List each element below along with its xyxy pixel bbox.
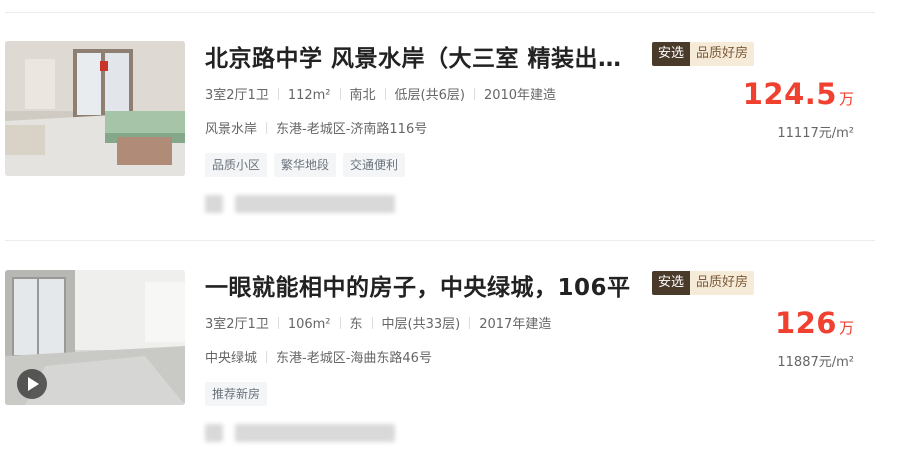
price-unit: 万 <box>838 90 854 108</box>
badge-anxuan: 安选 <box>652 271 691 295</box>
spec-orientation: 南北 <box>349 88 376 103</box>
badge-anxuan: 安选 <box>652 42 691 66</box>
tag: 品质小区 <box>205 153 268 177</box>
price-value: 126 <box>774 306 837 340</box>
unit-price: 11887元/m² <box>777 355 854 370</box>
community-name[interactable]: 中央绿城 <box>205 347 257 366</box>
listing-specs: 3室2厅1卫 106m² 东 中层(共33层) 2017年建造 <box>205 313 551 332</box>
unit-price: 11117元/m² <box>777 126 854 141</box>
badge-quality: 品质好房 <box>690 271 755 295</box>
listing-location: 风景水岸 东港-老城区-济南路116号 <box>205 118 427 137</box>
tag: 繁华地段 <box>274 153 337 177</box>
spec-area: 106m² <box>287 317 331 332</box>
badge-quality: 品质好房 <box>690 42 755 66</box>
spec-floor: 中层(共33层) <box>381 317 461 332</box>
listing-card[interactable]: 一眼就能相中的房子，中央绿城，106平 安选 品质好房 3室2厅1卫 106m² 东… <box>0 270 899 460</box>
video-play-icon[interactable] <box>17 369 47 399</box>
total-price: 124.5 万 <box>743 77 854 111</box>
spec-layout: 3室2厅1卫 <box>205 317 269 332</box>
tag-list: 推荐新房 <box>205 382 268 406</box>
listing-location: 中央绿城 东港-老城区-海曲东路46号 <box>205 347 432 366</box>
community-name[interactable]: 风景水岸 <box>205 118 257 137</box>
tag: 交通便利 <box>343 153 406 177</box>
listing-photo[interactable] <box>5 41 185 176</box>
spec-area: 112m² <box>287 88 331 103</box>
agent-info-blurred <box>205 195 395 213</box>
divider-top <box>5 12 875 13</box>
total-price: 126 万 <box>775 306 854 340</box>
price-value: 124.5 <box>742 77 837 111</box>
quality-badge: 安选 品质好房 <box>652 42 755 66</box>
address: 东港-老城区-济南路116号 <box>276 122 428 137</box>
listing-title[interactable]: 北京路中学 风景水岸（大三室 精装出售） <box>205 39 635 73</box>
quality-badge: 安选 品质好房 <box>652 271 755 295</box>
divider-middle <box>5 240 875 241</box>
spec-orientation: 东 <box>349 317 363 332</box>
listing-card[interactable]: 北京路中学 风景水岸（大三室 精装出售） 安选 品质好房 3室2厅1卫 112m²… <box>0 41 899 231</box>
listing-photo[interactable] <box>5 270 185 405</box>
agent-info-blurred <box>205 424 395 442</box>
price-unit: 万 <box>838 319 854 337</box>
spec-year: 2017年建造 <box>479 317 552 332</box>
spec-year: 2010年建造 <box>483 88 557 103</box>
address: 东港-老城区-海曲东路46号 <box>276 351 432 366</box>
listing-specs: 3室2厅1卫 112m² 南北 低层(共6层) 2010年建造 <box>205 84 556 103</box>
spec-layout: 3室2厅1卫 <box>205 88 269 103</box>
room-photo-image <box>5 41 185 176</box>
listing-title[interactable]: 一眼就能相中的房子，中央绿城，106平 <box>205 268 635 302</box>
spec-floor: 低层(共6层) <box>394 88 465 103</box>
tag-list: 品质小区 繁华地段 交通便利 <box>205 153 406 177</box>
tag: 推荐新房 <box>205 382 268 406</box>
